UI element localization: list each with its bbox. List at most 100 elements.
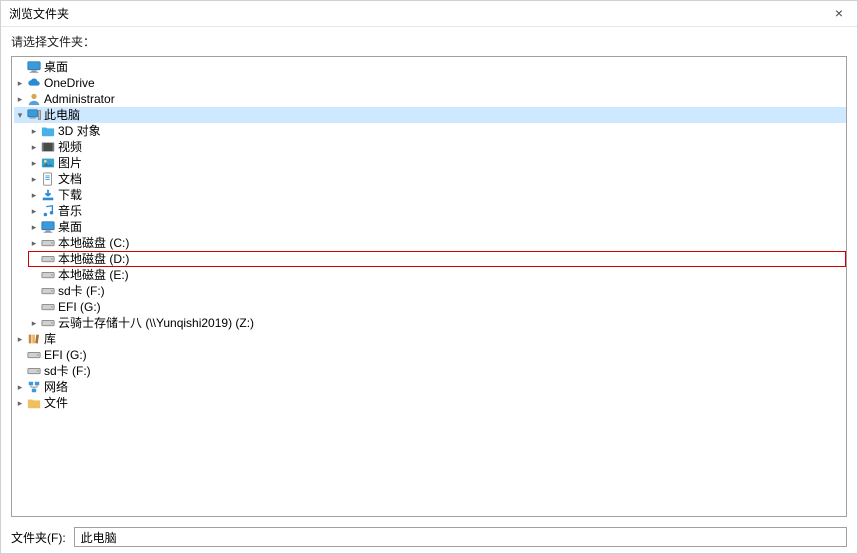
tree-row-sdf[interactable]: ▸sd卡 (F:)	[28, 283, 846, 299]
chevron-right-icon[interactable]: ▸	[28, 173, 40, 185]
tree-item-desktop: ▸桌面	[14, 59, 846, 75]
chevron-right-icon[interactable]: ▸	[28, 141, 40, 153]
chevron-right-icon[interactable]: ▸	[14, 93, 26, 105]
desktop-icon	[27, 60, 41, 74]
browse-folder-dialog: 浏览文件夹 × 请选择文件夹： ▸桌面▸OneDrive▸Administrat…	[0, 0, 858, 554]
tree-row-netz[interactable]: ▸ 云骑士存储十八 (\\Yunqishi2019) (Z:)	[28, 315, 846, 331]
tree-item-libs: ▸库	[14, 331, 846, 347]
pc-icon	[27, 108, 41, 122]
chevron-right-icon[interactable]: ▸	[14, 381, 26, 393]
tree-row-drived[interactable]: ▸本地磁盘 (D:)	[28, 251, 846, 267]
tree-label: 本地磁盘 (E:)	[58, 268, 129, 282]
tree-label: 音乐	[58, 204, 82, 218]
tree-row-documents[interactable]: ▸ 文档	[28, 171, 846, 187]
tree-item-admin: ▸ Administrator	[14, 91, 846, 107]
tree-label: 3D 对象	[58, 124, 101, 138]
music-icon	[41, 204, 55, 218]
tree-row-onedrive[interactable]: ▸ OneDrive	[14, 75, 846, 91]
tree-row-pictures[interactable]: ▸ 图片	[28, 155, 846, 171]
tree-label: 此电脑	[44, 108, 80, 122]
video-icon	[41, 140, 55, 154]
tree-row-3d[interactable]: ▸ 3D 对象	[28, 123, 846, 139]
tree-label: 图片	[58, 156, 82, 170]
tree-row-desk2[interactable]: ▸ 桌面	[28, 219, 846, 235]
chevron-right-icon[interactable]: ▸	[28, 189, 40, 201]
tree-label: 云骑士存储十八 (\\Yunqishi2019) (Z:)	[58, 316, 254, 330]
tree-item-desk2: ▸ 桌面	[28, 219, 846, 235]
tree-item-drived: ▸本地磁盘 (D:)	[28, 251, 846, 267]
tree-label: 桌面	[44, 60, 68, 74]
tree-row-drivee[interactable]: ▸本地磁盘 (E:)	[28, 267, 846, 283]
drive-icon	[41, 268, 55, 282]
tree-row-efig[interactable]: ▸EFI (G:)	[28, 299, 846, 315]
tree-label: sd卡 (F:)	[44, 364, 91, 378]
tree-label: 桌面	[58, 220, 82, 234]
chevron-right-icon[interactable]: ▸	[28, 237, 40, 249]
tree-label: 网络	[44, 380, 68, 394]
tree-label: EFI (G:)	[58, 300, 101, 314]
tree-label: Administrator	[44, 92, 115, 106]
drive-icon	[41, 300, 55, 314]
folder-field[interactable]	[74, 527, 847, 547]
footer: 文件夹(F):	[1, 521, 857, 553]
tree-item-documents: ▸ 文档	[28, 171, 846, 187]
library-icon	[27, 332, 41, 346]
tree-item-3d: ▸ 3D 对象	[28, 123, 846, 139]
tree-item-network: ▸ 网络	[14, 379, 846, 395]
tree-row-admin[interactable]: ▸ Administrator	[14, 91, 846, 107]
tree-label: sd卡 (F:)	[58, 284, 105, 298]
tree-label: 本地磁盘 (D:)	[58, 252, 129, 266]
window-title: 浏览文件夹	[9, 5, 69, 22]
tree-row-network[interactable]: ▸ 网络	[14, 379, 846, 395]
tree-row-sdf2[interactable]: ▸sd卡 (F:)	[14, 363, 846, 379]
tree-item-thispc: ▾此电脑▸3D 对象▸视频▸图片▸文档▸下载▸音乐▸桌面▸本地磁盘 (C:)▸本…	[14, 107, 846, 331]
chevron-right-icon[interactable]: ▸	[14, 397, 26, 409]
chevron-right-icon[interactable]: ▸	[28, 125, 40, 137]
user-icon	[27, 92, 41, 106]
tree-item-onedrive: ▸ OneDrive	[14, 75, 846, 91]
drive-icon	[27, 364, 41, 378]
chevron-right-icon[interactable]: ▸	[28, 221, 40, 233]
tree-item-drivec: ▸本地磁盘 (C:)	[28, 235, 846, 251]
folder-field-label: 文件夹(F):	[11, 529, 66, 546]
network-icon	[27, 380, 41, 394]
chevron-right-icon[interactable]: ▸	[28, 157, 40, 169]
cloud-icon	[27, 76, 41, 90]
close-icon[interactable]: ×	[827, 3, 851, 23]
tree-item-pictures: ▸ 图片	[28, 155, 846, 171]
tree-item-video: ▸视频	[28, 139, 846, 155]
tree-label: 下载	[58, 188, 82, 202]
tree-item-efig: ▸EFI (G:)	[28, 299, 846, 315]
drive-icon	[27, 348, 41, 362]
folder-tree[interactable]: ▸桌面▸OneDrive▸Administrator▾此电脑▸3D 对象▸视频▸…	[11, 56, 847, 517]
tree-item-sdf: ▸sd卡 (F:)	[28, 283, 846, 299]
tree-row-libs[interactable]: ▸库	[14, 331, 846, 347]
chevron-right-icon[interactable]: ▸	[14, 77, 26, 89]
titlebar: 浏览文件夹 ×	[1, 1, 857, 27]
chevron-right-icon[interactable]: ▸	[28, 317, 40, 329]
documents-icon	[41, 172, 55, 186]
chevron-right-icon[interactable]: ▸	[14, 333, 26, 345]
tree-item-downloads: ▸ 下载	[28, 187, 846, 203]
tree-label: OneDrive	[44, 76, 95, 90]
tree-item-netz: ▸ 云骑士存储十八 (\\Yunqishi2019) (Z:)	[28, 315, 846, 331]
tree-row-desktop[interactable]: ▸桌面	[14, 59, 846, 75]
tree-row-efig2[interactable]: ▸EFI (G:)	[14, 347, 846, 363]
tree-row-music[interactable]: ▸ 音乐	[28, 203, 846, 219]
tree-row-drivec[interactable]: ▸本地磁盘 (C:)	[28, 235, 846, 251]
tree-item-files: ▸ 文件	[14, 395, 846, 411]
tree-row-thispc[interactable]: ▾ 此电脑	[14, 107, 846, 123]
folder-icon	[27, 396, 41, 410]
chevron-right-icon[interactable]: ▸	[28, 205, 40, 217]
tree-item-drivee: ▸本地磁盘 (E:)	[28, 267, 846, 283]
downloads-icon	[41, 188, 55, 202]
chevron-down-icon[interactable]: ▾	[14, 109, 26, 121]
tree-item-efig2: ▸EFI (G:)	[14, 347, 846, 363]
tree-row-files[interactable]: ▸ 文件	[14, 395, 846, 411]
tree-row-downloads[interactable]: ▸ 下载	[28, 187, 846, 203]
desktop-icon	[41, 220, 55, 234]
tree-label: 文档	[58, 172, 82, 186]
tree-row-video[interactable]: ▸视频	[28, 139, 846, 155]
tree-label: 文件	[44, 396, 68, 410]
pictures-icon	[41, 156, 55, 170]
